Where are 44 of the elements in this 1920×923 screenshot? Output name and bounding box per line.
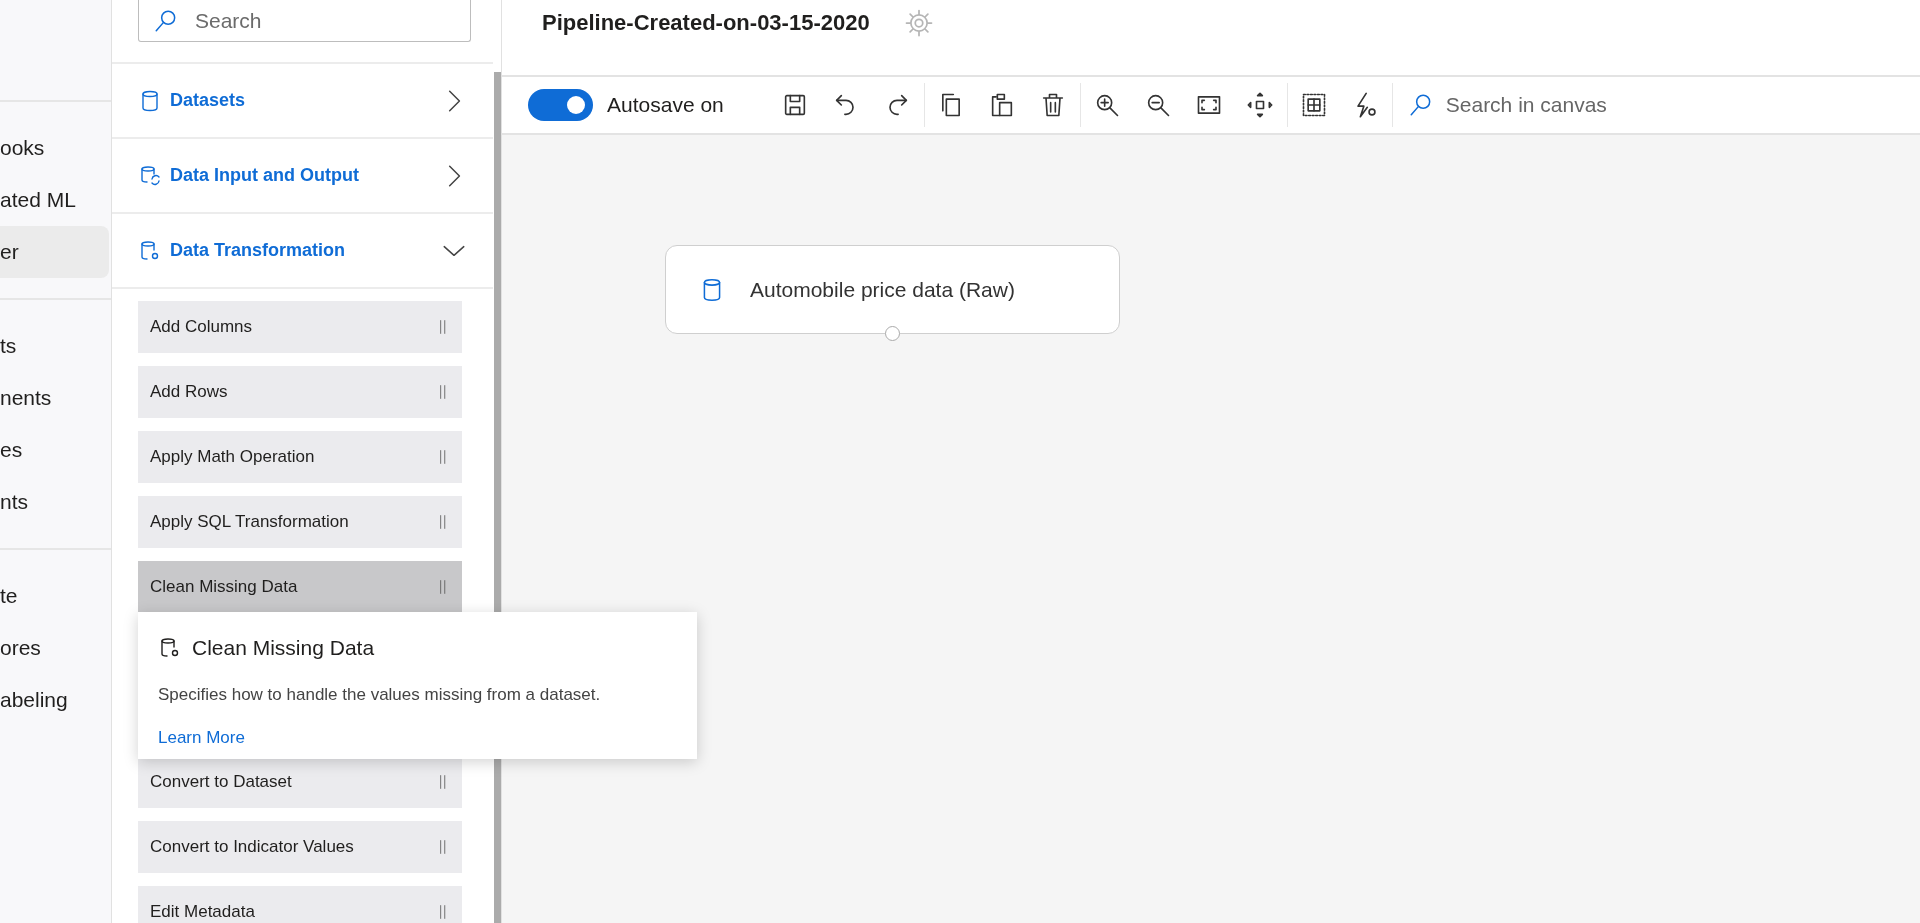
pipeline-node[interactable]: Automobile price data (Raw) — [665, 245, 1120, 334]
nav-item[interactable]: es — [0, 424, 109, 476]
pipeline-title: Pipeline-Created-on-03-15-2020 — [542, 9, 870, 37]
nav-item[interactable]: nents — [0, 372, 109, 424]
module-label: Clean Missing Data — [150, 576, 299, 599]
category-row[interactable]: Data Transformation — [112, 212, 493, 287]
database-icon — [138, 163, 162, 188]
nav-item[interactable]: ts — [0, 320, 109, 372]
module-item[interactable]: Edit Metadata — [138, 886, 462, 923]
module-item[interactable]: Convert to Indicator Values — [138, 821, 462, 873]
nav-item[interactable]: ores — [0, 622, 109, 674]
search-field[interactable]: Search — [138, 0, 471, 42]
module-label: Edit Metadata — [150, 901, 256, 923]
pan-icon — [1246, 91, 1275, 119]
module-label: Apply Math Operation — [150, 446, 316, 469]
tooltip-title: Clean Missing Data — [192, 635, 375, 661]
autosave-label: Autosave on — [607, 92, 724, 119]
autosave-toggle[interactable] — [528, 89, 593, 121]
module-item[interactable]: Apply Math Operation — [138, 431, 462, 483]
search-input[interactable]: Search — [193, 3, 443, 38]
module-label: Convert to Indicator Values — [150, 836, 355, 859]
nav-item[interactable]: nts — [0, 476, 109, 528]
module-item[interactable]: Add Columns — [138, 301, 462, 353]
nav-item[interactable]: er — [0, 226, 109, 278]
module-item[interactable]: Convert to Dataset — [138, 756, 462, 808]
nav-item[interactable]: ated ML — [0, 174, 109, 226]
module-label: Apply SQL Transformation — [150, 511, 350, 534]
module-label: Add Rows — [150, 381, 229, 404]
category-label: Data Transformation — [170, 239, 347, 262]
category-row[interactable]: Datasets — [112, 62, 493, 137]
node-label: Automobile price data (Raw) — [750, 276, 1015, 303]
category-label: Data Input and Output — [170, 164, 360, 187]
category-label: Datasets — [170, 89, 247, 112]
nav-item[interactable]: te — [0, 570, 109, 622]
nav-item[interactable]: ooks — [0, 122, 109, 174]
module-label: Convert to Dataset — [150, 771, 293, 794]
learn-more-link[interactable]: Learn More — [158, 725, 245, 751]
module-item[interactable]: Clean Missing Data — [138, 561, 462, 613]
tooltip-description: Specifies how to handle the values missing from a dataset. — [158, 683, 602, 706]
module-item[interactable]: Add Rows — [138, 366, 462, 418]
module-label: Add Columns — [150, 316, 254, 339]
module-item[interactable]: Apply SQL Transformation — [138, 496, 462, 548]
category-row[interactable]: Data Input and Output — [112, 137, 493, 212]
nav-item[interactable]: abeling — [0, 674, 109, 726]
